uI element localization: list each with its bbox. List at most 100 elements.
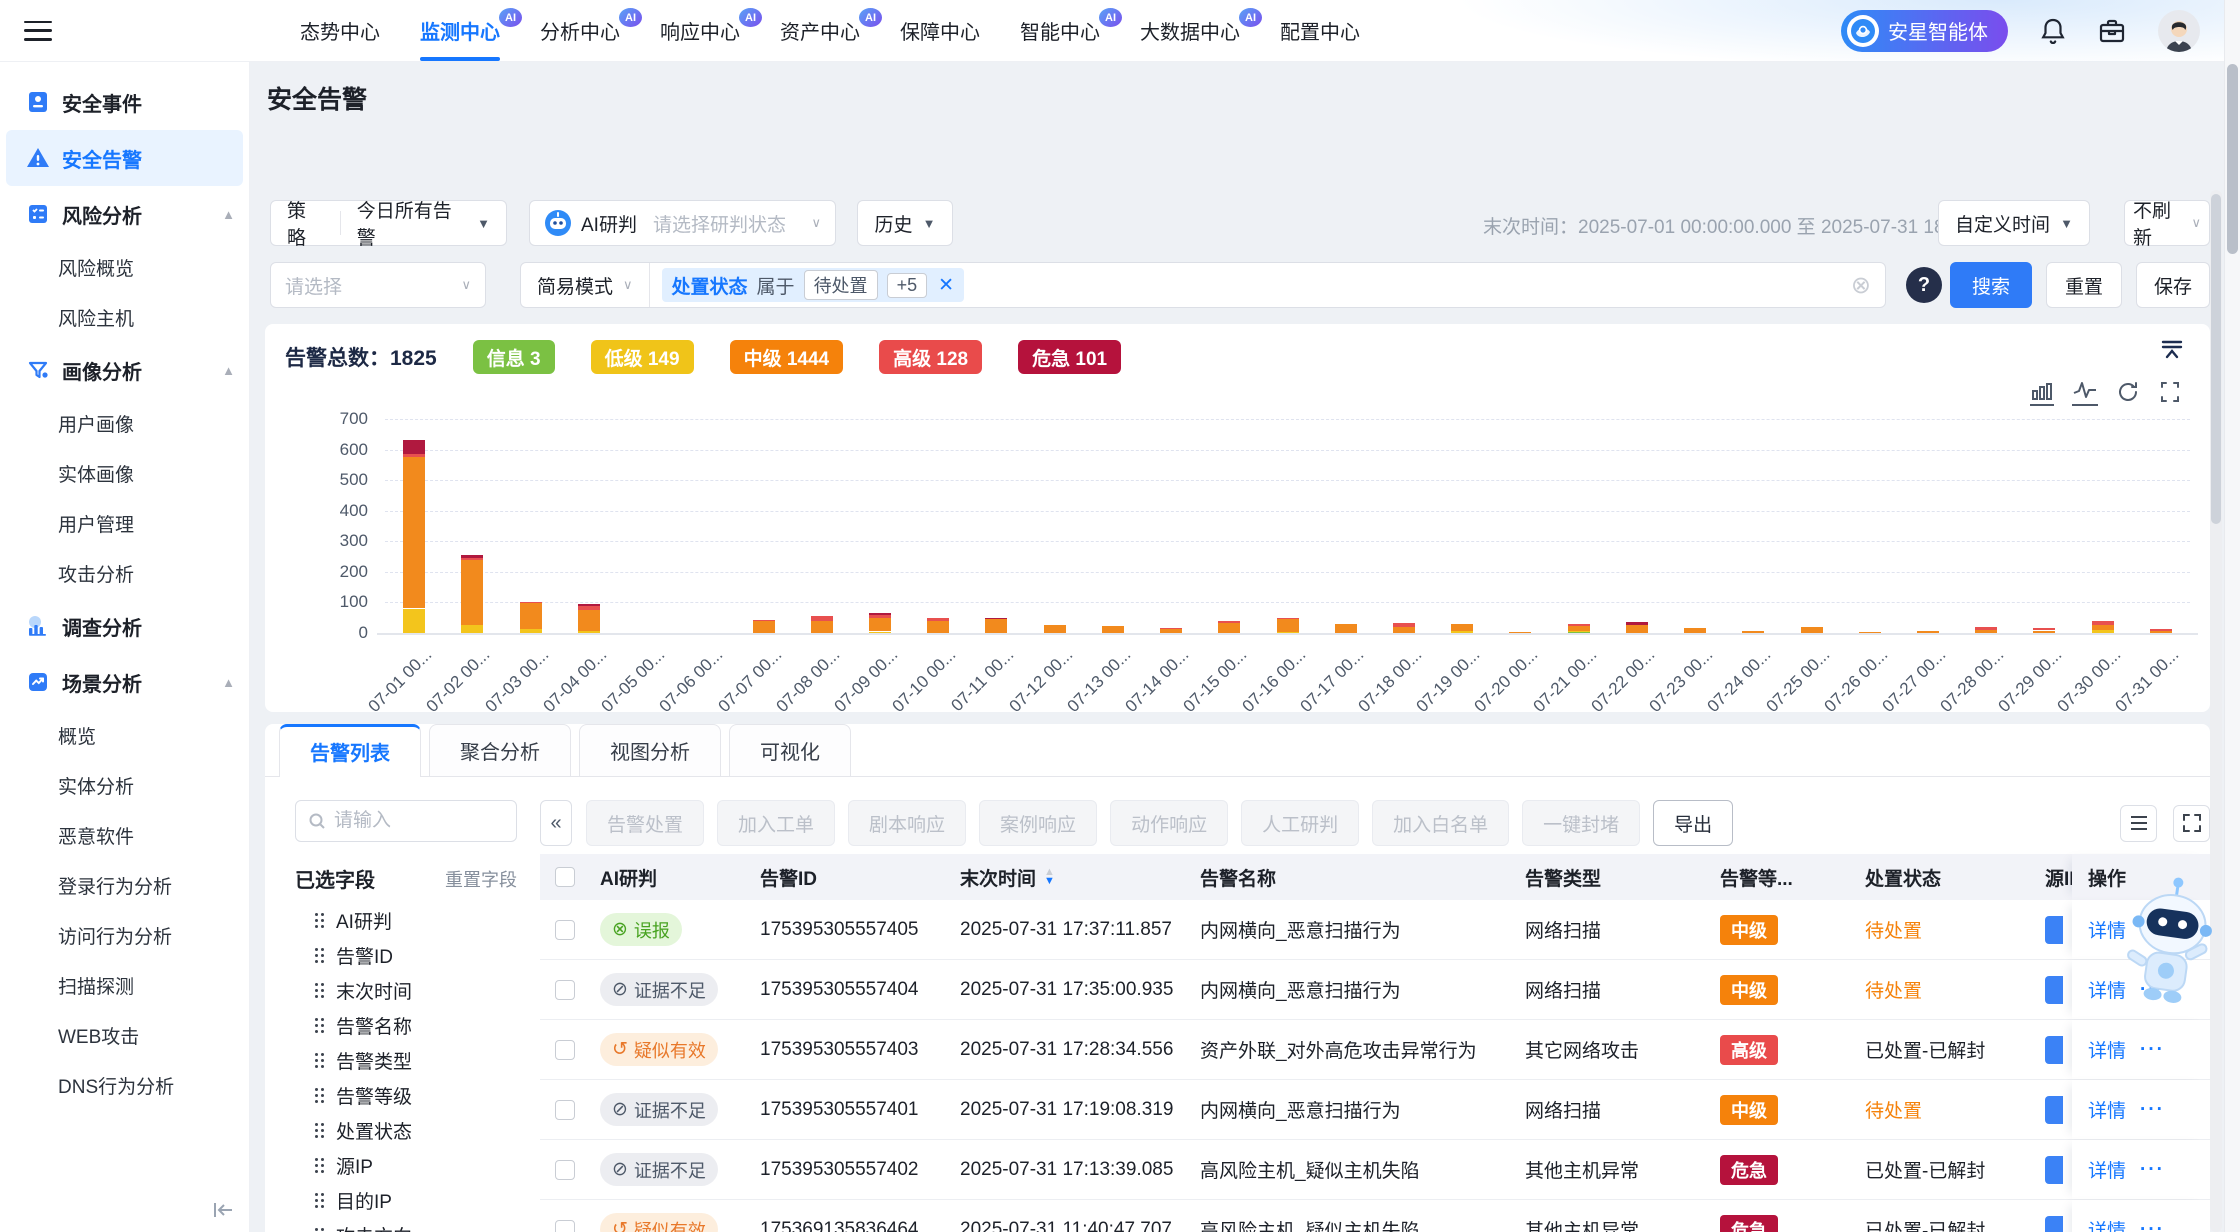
sidebar-subitem[interactable]: 概览 xyxy=(0,710,249,760)
collapse-arrow-icon[interactable]: ▲ xyxy=(222,363,235,378)
clear-input-icon[interactable]: ⊗ xyxy=(1851,271,1871,300)
field-item[interactable]: 攻击方向 xyxy=(295,1218,513,1232)
nav-item-6[interactable]: 保障中心 xyxy=(900,0,980,61)
table-row[interactable]: ⊘证据不足1753953055574022025-07-31 17:13:39.… xyxy=(540,1140,2210,1200)
tab-1[interactable]: 告警列表 xyxy=(279,724,421,776)
field-item[interactable]: 告警等级 xyxy=(295,1078,513,1113)
tab-4[interactable]: 可视化 xyxy=(729,724,851,776)
filter-tag[interactable]: 处置状态 属于 待处置 +5 ✕ xyxy=(662,268,964,302)
collapse-arrow-icon[interactable]: ▲ xyxy=(222,207,235,222)
drag-handle-icon[interactable] xyxy=(315,1193,324,1208)
sidebar-subitem[interactable]: DNS行为分析 xyxy=(0,1060,249,1110)
sidebar-item-3[interactable]: 风险分析▲ xyxy=(0,186,249,242)
more-actions-icon[interactable]: ··· xyxy=(2140,1219,2165,1232)
more-actions-icon[interactable]: ··· xyxy=(2140,1039,2165,1061)
custom-time-select[interactable]: 自定义时间 ▼ xyxy=(1938,200,2090,246)
sidebar-subitem[interactable]: 扫描探测 xyxy=(0,960,249,1010)
drag-handle-icon[interactable] xyxy=(315,1018,324,1033)
table-row[interactable]: ⊘证据不足1753953055574042025-07-31 17:35:00.… xyxy=(540,960,2210,1020)
help-icon[interactable]: ? xyxy=(1906,267,1942,303)
condition-select[interactable]: 请选择 ∨ xyxy=(270,262,486,308)
detail-link[interactable]: 详情 xyxy=(2088,1156,2126,1183)
row-checkbox[interactable] xyxy=(555,1100,575,1120)
row-checkbox[interactable] xyxy=(555,1220,575,1232)
collapse-arrow-icon[interactable]: ▲ xyxy=(222,675,235,690)
nav-item-1[interactable]: 态势中心 xyxy=(300,0,380,61)
table-row[interactable]: ↺疑似有效1753691358364642025-07-31 11:40:47.… xyxy=(540,1200,2210,1232)
sidebar-subitem[interactable]: 风险主机 xyxy=(0,292,249,342)
sidebar-subitem[interactable]: 访问行为分析 xyxy=(0,910,249,960)
drag-handle-icon[interactable] xyxy=(315,983,324,998)
table-fullscreen-icon[interactable] xyxy=(2173,805,2210,842)
field-item[interactable]: 告警ID xyxy=(295,938,513,973)
sidebar-subitem[interactable]: 实体画像 xyxy=(0,448,249,498)
drag-handle-icon[interactable] xyxy=(315,913,324,928)
briefcase-icon[interactable] xyxy=(2098,18,2126,44)
drag-handle-icon[interactable] xyxy=(315,1088,324,1103)
sidebar-item-5[interactable]: 调查分析 xyxy=(0,598,249,654)
nav-item-5[interactable]: 资产中心AI xyxy=(780,0,860,61)
sidebar-subitem[interactable]: 用户管理 xyxy=(0,498,249,548)
search-button[interactable]: 搜索 xyxy=(1950,262,2032,308)
sidebar-subitem[interactable]: WEB攻击 xyxy=(0,1010,249,1060)
reset-fields-button[interactable]: 重置字段 xyxy=(445,866,517,892)
policy-select[interactable]: 策略 今日所有告警 ▼ xyxy=(270,200,507,246)
detail-link[interactable]: 详情 xyxy=(2088,1036,2126,1063)
sidebar-subitem[interactable]: 用户画像 xyxy=(0,398,249,448)
tab-3[interactable]: 视图分析 xyxy=(579,724,721,776)
field-item[interactable]: 告警名称 xyxy=(295,1008,513,1043)
filter-tag-remove-icon[interactable]: ✕ xyxy=(938,274,954,297)
detail-link[interactable]: 详情 xyxy=(2088,1096,2126,1123)
row-checkbox[interactable] xyxy=(555,980,575,1000)
nav-item-3[interactable]: 分析中心AI xyxy=(540,0,620,61)
inner-scrollbar[interactable] xyxy=(2210,190,2222,1232)
page-scrollbar-thumb[interactable] xyxy=(2227,64,2238,254)
select-all-checkbox[interactable] xyxy=(555,867,575,887)
sidebar-subitem[interactable]: 风险概览 xyxy=(0,242,249,292)
table-row[interactable]: ⊗误报1753953055574052025-07-31 17:37:11.85… xyxy=(540,900,2210,960)
more-actions-icon[interactable]: ··· xyxy=(2140,1159,2165,1181)
nav-item-9[interactable]: 配置中心 xyxy=(1280,0,1360,61)
drag-handle-icon[interactable] xyxy=(315,948,324,963)
detail-link[interactable]: 详情 xyxy=(2088,1216,2126,1232)
row-checkbox[interactable] xyxy=(555,1160,575,1180)
field-item[interactable]: 告警类型 xyxy=(295,1043,513,1078)
row-checkbox[interactable] xyxy=(555,920,575,940)
drag-handle-icon[interactable] xyxy=(315,1123,324,1138)
query-input[interactable]: 简易模式 ∨ 处置状态 属于 待处置 +5 ✕ ⊗ xyxy=(520,262,1886,308)
nav-item-7[interactable]: 智能中心AI xyxy=(1020,0,1100,61)
export-button[interactable]: 导出 xyxy=(1653,800,1733,846)
sidebar-item-4[interactable]: 画像分析▲ xyxy=(0,342,249,398)
field-search[interactable] xyxy=(295,800,517,842)
sidebar-item-2[interactable]: 安全告警 xyxy=(6,130,243,186)
table-row[interactable]: ⊘证据不足1753953055574012025-07-31 17:19:08.… xyxy=(540,1080,2210,1140)
drag-handle-icon[interactable] xyxy=(315,1053,324,1068)
sidebar-subitem[interactable]: 实体分析 xyxy=(0,760,249,810)
tab-2[interactable]: 聚合分析 xyxy=(429,724,571,776)
sort-icons[interactable]: ▲▼ xyxy=(1044,868,1055,886)
reset-button[interactable]: 重置 xyxy=(2046,262,2122,308)
menu-toggle-icon[interactable] xyxy=(24,21,52,41)
filter-tag-more[interactable]: +5 xyxy=(887,273,928,298)
sidebar-item-1[interactable]: 安全事件 xyxy=(0,74,249,130)
avatar[interactable] xyxy=(2158,10,2200,52)
detail-link[interactable]: 详情 xyxy=(2088,976,2126,1003)
sidebar-subitem[interactable]: 攻击分析 xyxy=(0,548,249,598)
ai-judge-select[interactable]: AI研判 请选择研判状态 ∨ xyxy=(529,200,836,246)
field-search-input[interactable] xyxy=(334,810,484,832)
collapse-fields-button[interactable]: « xyxy=(540,800,572,846)
page-scrollbar[interactable] xyxy=(2224,0,2240,1232)
detail-link[interactable]: 详情 xyxy=(2088,916,2126,943)
row-checkbox[interactable] xyxy=(555,1040,575,1060)
column-settings-icon[interactable] xyxy=(2120,805,2157,842)
bell-icon[interactable] xyxy=(2040,17,2066,45)
nav-item-8[interactable]: 大数据中心AI xyxy=(1140,0,1240,61)
sidebar-subitem[interactable]: 恶意软件 xyxy=(0,810,249,860)
history-select[interactable]: 历史 ▼ xyxy=(857,200,953,246)
table-row[interactable]: ↺疑似有效1753953055574032025-07-31 17:28:34.… xyxy=(540,1020,2210,1080)
inner-scrollbar-thumb[interactable] xyxy=(2211,194,2221,524)
field-item[interactable]: 源IP xyxy=(295,1148,513,1183)
refresh-select[interactable]: 不刷新 ∨ xyxy=(2124,200,2210,246)
assistant-mascot[interactable] xyxy=(2122,872,2218,1012)
field-item[interactable]: 末次时间 xyxy=(295,973,513,1008)
